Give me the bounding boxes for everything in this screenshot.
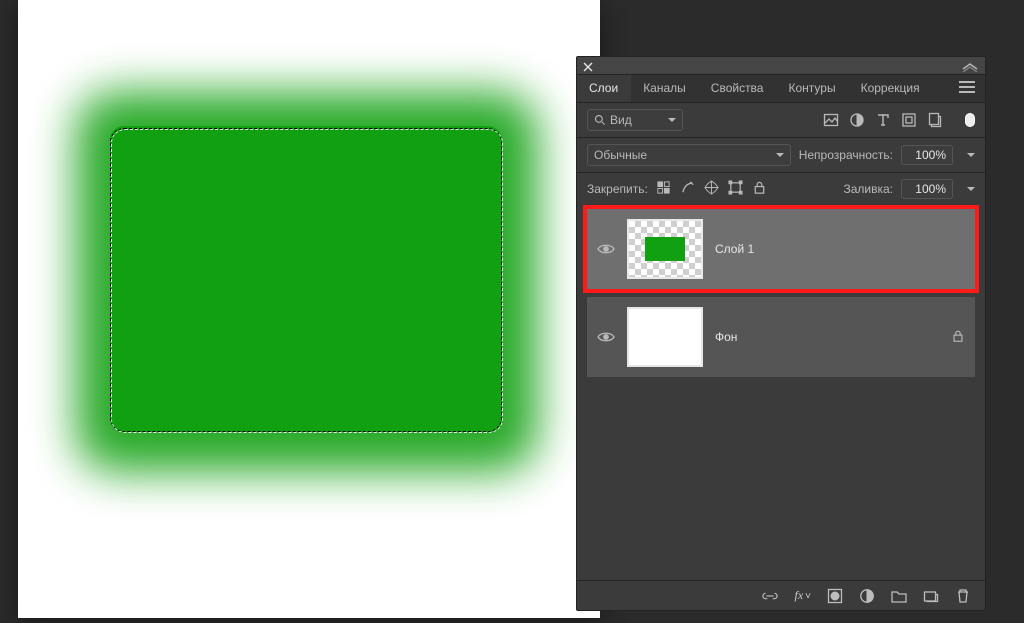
fill-input[interactable]: 100% bbox=[901, 179, 953, 199]
layers-panel-footer: fx˅ bbox=[577, 580, 985, 610]
layer-name[interactable]: Слой 1 bbox=[715, 242, 754, 256]
new-adjustment-icon[interactable] bbox=[859, 588, 875, 604]
filter-shape-icon[interactable] bbox=[901, 112, 917, 128]
lock-position-icon[interactable] bbox=[704, 180, 719, 198]
opacity-stepper[interactable] bbox=[961, 148, 975, 162]
visibility-toggle[interactable] bbox=[597, 331, 615, 343]
green-rectangle[interactable] bbox=[110, 126, 502, 432]
link-layers-icon[interactable] bbox=[762, 588, 778, 604]
fill-label: Заливка: bbox=[843, 182, 893, 196]
lock-artboard-icon[interactable] bbox=[728, 180, 743, 198]
lock-image-icon[interactable] bbox=[680, 180, 695, 198]
visibility-toggle[interactable] bbox=[597, 243, 615, 255]
layer-row-background[interactable]: Фон bbox=[587, 297, 975, 377]
blend-opacity-row: Обычные Непрозрачность: 100% bbox=[577, 137, 985, 172]
tab-adjustments[interactable]: Коррекция bbox=[849, 75, 933, 102]
layer-thumbnail[interactable] bbox=[627, 307, 703, 367]
layer-filter-select[interactable]: Вид bbox=[587, 109, 683, 131]
panel-tabs: Слои Каналы Свойства Контуры Коррекция bbox=[577, 75, 985, 103]
panel-menu-icon[interactable] bbox=[949, 75, 985, 102]
opacity-input[interactable]: 100% bbox=[901, 145, 953, 165]
new-group-icon[interactable] bbox=[891, 588, 907, 604]
tab-layers[interactable]: Слои bbox=[577, 75, 631, 102]
new-layer-icon[interactable] bbox=[923, 588, 939, 604]
tab-properties[interactable]: Свойства bbox=[699, 75, 777, 102]
blend-mode-select[interactable]: Обычные bbox=[587, 144, 791, 166]
fill-stepper[interactable] bbox=[961, 182, 975, 196]
layers-panel: Слои Каналы Свойства Контуры Коррекция В… bbox=[576, 56, 986, 611]
filter-toggle[interactable] bbox=[965, 113, 975, 127]
filter-adjustment-icon[interactable] bbox=[849, 112, 865, 128]
document-canvas[interactable] bbox=[18, 0, 600, 618]
blend-mode-label: Обычные bbox=[594, 148, 647, 162]
collapse-icon[interactable] bbox=[961, 61, 979, 71]
layer-fx-icon[interactable]: fx˅ bbox=[794, 588, 811, 603]
panel-titlebar[interactable] bbox=[577, 57, 985, 75]
layer-thumbnail[interactable] bbox=[627, 219, 703, 279]
layer-list[interactable]: Слой 1 Фон bbox=[577, 205, 985, 580]
lock-transparency-icon[interactable] bbox=[656, 180, 671, 198]
filter-pixel-icon[interactable] bbox=[823, 112, 839, 128]
search-icon bbox=[594, 114, 606, 126]
tab-paths[interactable]: Контуры bbox=[776, 75, 848, 102]
opacity-value: 100% bbox=[915, 148, 946, 162]
close-icon[interactable] bbox=[583, 61, 593, 71]
lock-fill-row: Закрепить: Заливка: 100% bbox=[577, 172, 985, 205]
opacity-label: Непрозрачность: bbox=[799, 148, 893, 162]
fill-value: 100% bbox=[915, 182, 946, 196]
layer-name[interactable]: Фон bbox=[715, 330, 737, 344]
layer-filter-row: Вид bbox=[577, 103, 985, 137]
filter-smartobject-icon[interactable] bbox=[927, 112, 943, 128]
delete-layer-icon[interactable] bbox=[955, 588, 971, 604]
add-mask-icon[interactable] bbox=[827, 588, 843, 604]
layer-filter-label: Вид bbox=[610, 113, 632, 127]
filter-type-icon[interactable] bbox=[875, 112, 891, 128]
lock-icon[interactable] bbox=[951, 329, 965, 346]
lock-label: Закрепить: bbox=[587, 182, 648, 196]
layer-row-layer1[interactable]: Слой 1 bbox=[587, 209, 975, 289]
lock-all-icon[interactable] bbox=[752, 180, 767, 198]
tab-channels[interactable]: Каналы bbox=[631, 75, 699, 102]
